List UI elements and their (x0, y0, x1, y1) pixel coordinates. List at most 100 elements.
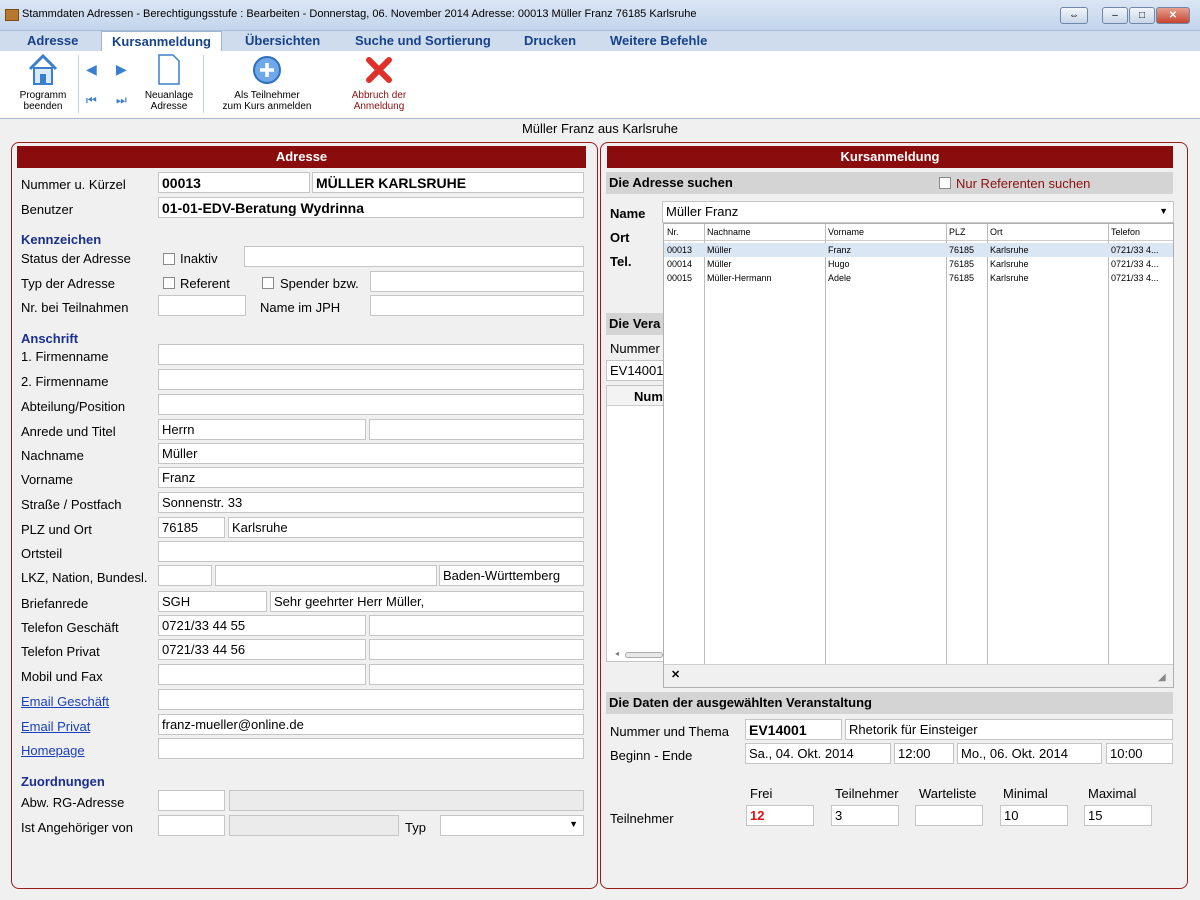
nr-teilnahmen-field[interactable] (158, 295, 246, 316)
plz-field[interactable]: 76185 (158, 517, 225, 538)
angehoeriger-field[interactable] (158, 815, 225, 836)
tab-kursanmeldung[interactable]: Kursanmeldung (101, 31, 222, 52)
nation-field[interactable] (215, 565, 437, 586)
mobil-label: Mobil und Fax (21, 669, 103, 684)
exit-button[interactable]: Programm beenden (14, 53, 72, 112)
typ-select[interactable]: ▼ (440, 815, 584, 836)
frei-field[interactable]: 12 (746, 805, 814, 826)
titel-field[interactable] (369, 419, 584, 440)
referent-checkbox[interactable] (163, 277, 175, 289)
first-icon[interactable]: ⏮ (86, 93, 97, 108)
email-geschaeft-link[interactable]: Email Geschäft (21, 694, 109, 709)
nummer-field[interactable]: 00013 (158, 172, 310, 193)
minimize-button[interactable]: ‒ (1102, 7, 1128, 24)
anrede-field[interactable]: Herrn (158, 419, 366, 440)
homepage-link[interactable]: Homepage (21, 743, 85, 758)
tab-adresse[interactable]: Adresse (17, 31, 88, 51)
lkz-field[interactable] (158, 565, 212, 586)
prev-icon[interactable]: ◀ (86, 61, 97, 78)
table-row[interactable] (664, 257, 1173, 271)
abw-rg-field[interactable] (158, 790, 225, 811)
spender-field[interactable] (370, 271, 584, 292)
warteliste-field[interactable] (915, 805, 983, 826)
tel-privat-extra-field[interactable] (369, 639, 584, 660)
event-thema-field[interactable]: Rhetorik für Einsteiger (845, 719, 1173, 740)
cancel-registration-button[interactable]: Abbruch der Anmeldung (340, 53, 418, 112)
table-row[interactable] (664, 243, 1173, 257)
close-button[interactable]: ✕ (1156, 7, 1190, 24)
firma2-field[interactable] (158, 369, 584, 390)
tel-geschaeft-extra-field[interactable] (369, 615, 584, 636)
inaktiv-checkbox[interactable] (163, 253, 175, 265)
document-icon (158, 54, 180, 85)
ortsteil-field[interactable] (158, 541, 584, 562)
email-geschaeft-field[interactable] (158, 689, 584, 710)
row-cell: 76185 (949, 245, 975, 255)
chevron-down-icon[interactable]: ▼ (1159, 206, 1168, 216)
nachname-field[interactable]: Müller (158, 443, 584, 464)
briefanrede-code-field[interactable]: SGH (158, 591, 267, 612)
restore-icon[interactable]: ⇔ (1060, 7, 1088, 24)
ort-field[interactable]: Karlsruhe (228, 517, 584, 538)
teilnehmer-header: Teilnehmer (835, 786, 899, 801)
new-address-button[interactable]: Neuanlage Adresse (140, 53, 198, 112)
tel-geschaeft-field[interactable]: 0721/33 44 55 (158, 615, 366, 636)
mobil-field[interactable] (158, 664, 366, 685)
resize-grip-icon[interactable]: ◢ (1158, 672, 1166, 683)
anrede-label: Anrede und Titel (21, 424, 116, 439)
name-jph-field[interactable] (370, 295, 584, 316)
ende-time-field[interactable]: 10:00 (1106, 743, 1173, 764)
hidden-section-header: Die Vera (606, 313, 666, 335)
teilnehmer-field[interactable]: 3 (831, 805, 899, 826)
beginn-date-field[interactable]: Sa., 04. Okt. 2014 (745, 743, 891, 764)
kuerzel-field[interactable]: MÜLLER KARLSRUHE (312, 172, 584, 193)
tab-suche[interactable]: Suche und Sortierung (345, 31, 501, 51)
spender-checkbox[interactable] (262, 277, 274, 289)
beginn-time-field[interactable]: 12:00 (894, 743, 954, 764)
briefanrede-field[interactable]: Sehr geehrter Herr Müller, (270, 591, 584, 612)
tab-uebersichten[interactable]: Übersichten (235, 31, 330, 51)
firma1-field[interactable] (158, 344, 584, 365)
vorname-field[interactable]: Franz (158, 467, 584, 488)
register-participant-button[interactable]: Als Teilnehmer zum Kurs anmelden (215, 53, 319, 112)
last-icon[interactable]: ⏭ (116, 93, 127, 108)
maximize-button[interactable]: □ (1129, 7, 1155, 24)
maximal-field[interactable]: 15 (1084, 805, 1152, 826)
abteilung-field[interactable] (158, 394, 584, 415)
tab-weitere-befehle[interactable]: Weitere Befehle (600, 31, 717, 51)
benutzer-field[interactable]: 01-01-EDV-Beratung Wydrinna (158, 197, 584, 218)
name-dropdown-list[interactable]: Nr. Nachname Vorname PLZ Ort Telefon 000… (663, 223, 1174, 688)
row-cell: 76185 (949, 259, 975, 269)
bundesland-field[interactable]: Baden-Württemberg (439, 565, 584, 586)
scroll-left-icon[interactable]: ◂ (615, 649, 619, 658)
warteliste-header: Warteliste (919, 786, 977, 801)
tab-drucken[interactable]: Drucken (514, 31, 586, 51)
events-grid[interactable]: Num ◂ (606, 385, 666, 662)
strasse-field[interactable]: Sonnenstr. 33 (158, 492, 584, 513)
tel-privat-field[interactable]: 0721/33 44 56 (158, 639, 366, 660)
strasse-label: Straße / Postfach (21, 497, 122, 512)
row-cell: 0721/33 4... (1111, 273, 1159, 283)
email-privat-link[interactable]: Email Privat (21, 719, 90, 734)
horizontal-scrollbar[interactable] (625, 652, 663, 658)
email-privat-field[interactable]: franz-mueller@online.de (158, 714, 584, 735)
ribbon-separator (203, 55, 204, 113)
row-cell: 0721/33 4... (1111, 259, 1159, 269)
cancel-x-icon (366, 57, 392, 83)
next-icon[interactable]: ▶ (116, 61, 127, 78)
fax-field[interactable] (369, 664, 584, 685)
row-cell: 00013 (667, 245, 693, 255)
homepage-field[interactable] (158, 738, 584, 759)
row-cell: Karlsruhe (990, 245, 1029, 255)
ende-date-field[interactable]: Mo., 06. Okt. 2014 (957, 743, 1102, 764)
hidden-ev-field[interactable]: EV14001 (606, 360, 666, 381)
close-icon[interactable]: ✕ (671, 668, 680, 681)
vorname-label: Vorname (21, 472, 74, 487)
beginn-label: Beginn - Ende (610, 748, 693, 763)
event-nr-field[interactable]: EV14001 (745, 719, 842, 740)
minimal-field[interactable]: 10 (1000, 805, 1068, 826)
nur-referenten-checkbox[interactable] (939, 177, 951, 189)
col-telefon: Telefon (1111, 227, 1141, 237)
status-field[interactable] (244, 246, 584, 267)
name-combobox[interactable]: Müller Franz ▼ (662, 201, 1174, 223)
